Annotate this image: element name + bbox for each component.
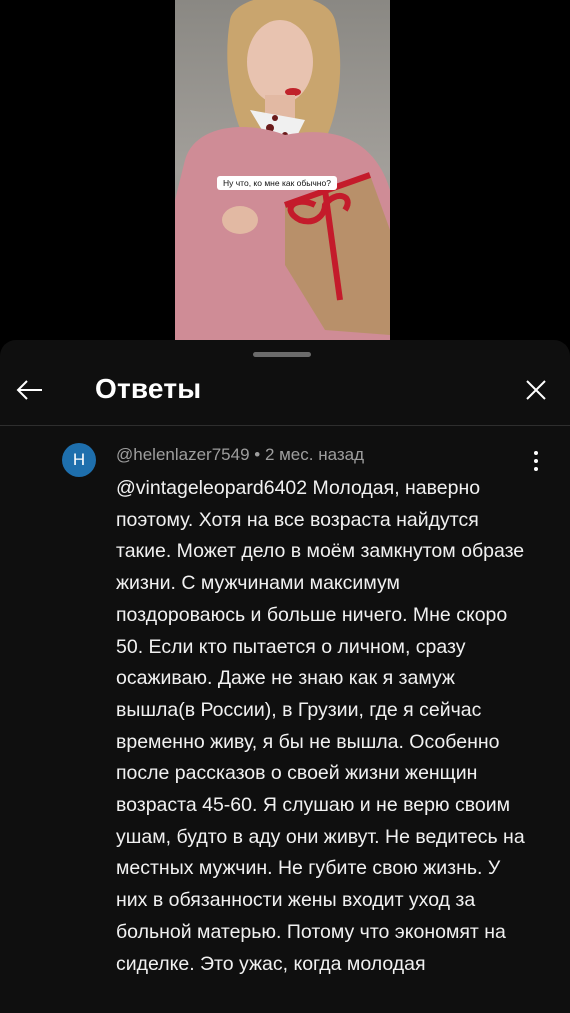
comment-body: Молодая, наверно поэтому. Хотя на все во… [116, 477, 525, 975]
page-title: Ответы [95, 373, 202, 404]
close-button[interactable] [520, 374, 552, 406]
arrow-left-icon [16, 380, 42, 400]
replies-header: Ответы [0, 360, 570, 422]
comment-time: 2 мес. назад [264, 445, 365, 464]
avatar-letter: H [72, 450, 86, 469]
video-player[interactable]: Ну что, ко мне как обычно? [0, 0, 570, 350]
comment-menu-button[interactable] [526, 448, 546, 474]
avatar[interactable]: H [62, 443, 96, 477]
meta-separator: • [249, 445, 265, 464]
comment-meta: @helenlazer7549 • 2 мес. назад [116, 445, 364, 465]
comment-text: @vintageleopard6402 Молодая, наверно поэ… [116, 473, 526, 980]
back-button[interactable] [14, 374, 46, 406]
replies-panel: Ответы H @helenlazer7549 • 2 мес. назад … [0, 340, 570, 1013]
drag-handle[interactable] [253, 352, 311, 357]
video-caption: Ну что, ко мне как обычно? [217, 176, 337, 190]
video-frame[interactable]: Ну что, ко мне как обычно? [175, 0, 390, 340]
more-vertical-icon [534, 451, 538, 471]
header-divider [0, 425, 570, 426]
comment-mention[interactable]: @vintageleopard6402 [116, 477, 307, 499]
video-thumbnail [175, 0, 390, 340]
close-icon [526, 380, 546, 400]
comment-author[interactable]: @helenlazer7549 [116, 445, 250, 464]
